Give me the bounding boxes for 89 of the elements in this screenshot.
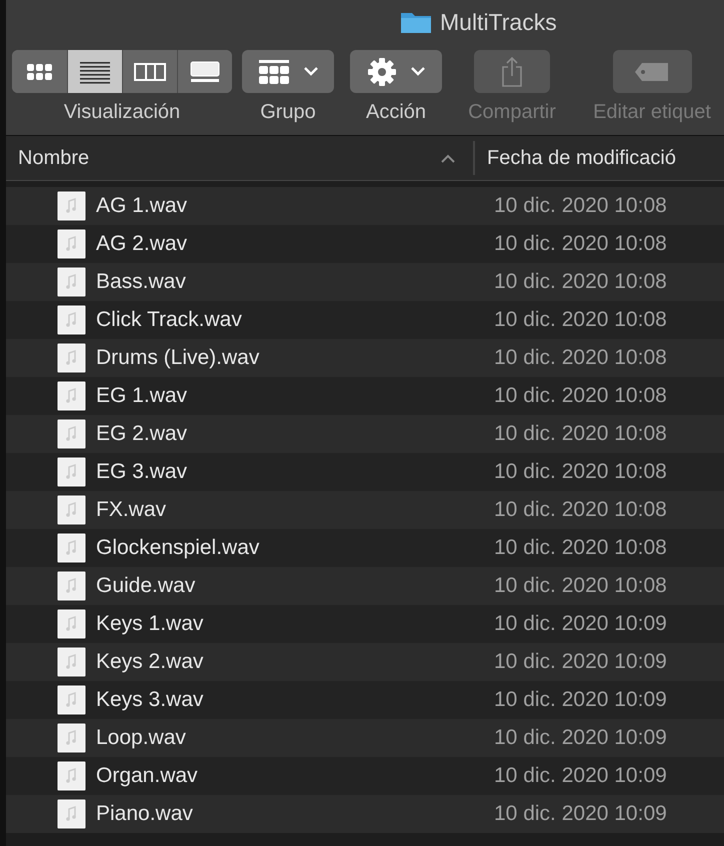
file-name: EG 3.wav bbox=[96, 460, 188, 484]
file-row[interactable]: AG 2.wav 10 dic. 2020 10:08 bbox=[6, 225, 724, 263]
audio-file-icon bbox=[57, 495, 86, 525]
list-icon bbox=[79, 60, 111, 84]
file-row[interactable]: Keys 2.wav 10 dic. 2020 10:09 bbox=[6, 643, 724, 681]
file-name: Keys 3.wav bbox=[96, 688, 204, 712]
file-name: Drums (Live).wav bbox=[96, 346, 260, 370]
file-row[interactable]: Guide.wav 10 dic. 2020 10:08 bbox=[6, 567, 724, 605]
folder-icon bbox=[400, 10, 432, 34]
audio-file-icon bbox=[57, 305, 86, 335]
modified-date: 10 dic. 2020 10:08 bbox=[494, 498, 667, 522]
modified-date: 10 dic. 2020 10:08 bbox=[494, 308, 667, 332]
modified-date: 10 dic. 2020 10:08 bbox=[494, 384, 667, 408]
chevron-down-icon bbox=[411, 67, 425, 76]
group-button[interactable] bbox=[242, 50, 334, 93]
modified-date: 10 dic. 2020 10:09 bbox=[494, 802, 667, 826]
file-name: EG 2.wav bbox=[96, 422, 188, 446]
file-name: Glockenspiel.wav bbox=[96, 536, 260, 560]
toolbar-label: Compartir bbox=[468, 101, 556, 124]
file-name: Loop.wav bbox=[96, 726, 187, 750]
file-row[interactable]: EG 3.wav 10 dic. 2020 10:08 bbox=[6, 453, 724, 491]
file-row[interactable]: Piano.wav 10 dic. 2020 10:09 bbox=[6, 795, 724, 833]
file-name: EG 1.wav bbox=[96, 384, 188, 408]
modified-date: 10 dic. 2020 10:08 bbox=[494, 194, 667, 218]
file-name: Keys 2.wav bbox=[96, 650, 204, 674]
file-row[interactable]: AG 1.wav 10 dic. 2020 10:08 bbox=[6, 187, 724, 225]
file-row[interactable]: Loop.wav 10 dic. 2020 10:09 bbox=[6, 719, 724, 757]
audio-file-icon bbox=[57, 609, 86, 639]
toolbar-label: Grupo bbox=[260, 101, 316, 124]
modified-date: 10 dic. 2020 10:08 bbox=[494, 536, 667, 560]
modified-date: 10 dic. 2020 10:08 bbox=[494, 574, 667, 598]
toolbar-label: Visualización bbox=[64, 101, 180, 124]
audio-file-icon bbox=[57, 761, 86, 791]
file-name: Piano.wav bbox=[96, 802, 194, 826]
audio-file-icon bbox=[57, 419, 86, 449]
audio-file-icon bbox=[57, 571, 86, 601]
audio-file-icon bbox=[57, 191, 86, 221]
file-row[interactable]: Click Track.wav 10 dic. 2020 10:08 bbox=[6, 301, 724, 339]
file-name: FX.wav bbox=[96, 498, 168, 522]
file-row[interactable]: Bass.wav 10 dic. 2020 10:08 bbox=[6, 263, 724, 301]
audio-file-icon bbox=[57, 799, 86, 829]
window-title: MultiTracks bbox=[440, 8, 557, 36]
file-name: AG 2.wav bbox=[96, 232, 188, 256]
modified-date: 10 dic. 2020 10:09 bbox=[494, 650, 667, 674]
file-row[interactable]: Keys 3.wav 10 dic. 2020 10:09 bbox=[6, 681, 724, 719]
group-icon bbox=[258, 58, 290, 84]
audio-file-icon bbox=[57, 457, 86, 487]
file-name: Keys 1.wav bbox=[96, 612, 204, 636]
audio-file-icon bbox=[57, 685, 86, 715]
file-name: Organ.wav bbox=[96, 764, 199, 788]
toolbar-label: Acción bbox=[366, 101, 426, 124]
modified-date: 10 dic. 2020 10:08 bbox=[494, 232, 667, 256]
file-row[interactable]: EG 2.wav 10 dic. 2020 10:08 bbox=[6, 415, 724, 453]
file-row[interactable]: Glockenspiel.wav 10 dic. 2020 10:08 bbox=[6, 529, 724, 567]
audio-file-icon bbox=[57, 381, 86, 411]
column-header[interactable]: Fecha de modificació bbox=[475, 142, 724, 174]
modified-date: 10 dic. 2020 10:09 bbox=[494, 612, 667, 636]
view-button[interactable] bbox=[67, 50, 122, 93]
modified-date: 10 dic. 2020 10:08 bbox=[494, 422, 667, 446]
action-button[interactable] bbox=[350, 50, 442, 93]
toolbar-label: Editar etiquet bbox=[593, 101, 711, 124]
file-row[interactable]: Keys 1.wav 10 dic. 2020 10:09 bbox=[6, 605, 724, 643]
audio-file-icon bbox=[57, 533, 86, 563]
gallery-icon bbox=[189, 60, 221, 84]
view-button[interactable] bbox=[177, 50, 232, 93]
modified-date: 10 dic. 2020 10:09 bbox=[494, 726, 667, 750]
file-row[interactable]: FX.wav 10 dic. 2020 10:08 bbox=[6, 491, 724, 529]
file-name: AG 1.wav bbox=[96, 194, 188, 218]
file-name: Bass.wav bbox=[96, 270, 187, 294]
file-row[interactable]: Organ.wav 10 dic. 2020 10:09 bbox=[6, 757, 724, 795]
modified-date: 10 dic. 2020 10:08 bbox=[494, 270, 667, 294]
file-name: Click Track.wav bbox=[96, 308, 243, 332]
modified-date: 10 dic. 2020 10:08 bbox=[494, 346, 667, 370]
file-row[interactable]: Drums (Live).wav 10 dic. 2020 10:08 bbox=[6, 339, 724, 377]
modified-date: 10 dic. 2020 10:09 bbox=[494, 688, 667, 712]
file-row[interactable]: EG 1.wav 10 dic. 2020 10:08 bbox=[6, 377, 724, 415]
share-icon bbox=[500, 56, 524, 88]
audio-file-icon bbox=[57, 229, 86, 259]
gear-icon bbox=[367, 56, 397, 86]
tag-icon bbox=[634, 62, 670, 82]
chevron-down-icon bbox=[304, 67, 318, 76]
column-header[interactable]: Nombre bbox=[6, 142, 473, 174]
audio-file-icon bbox=[57, 343, 86, 373]
modified-date: 10 dic. 2020 10:09 bbox=[494, 764, 667, 788]
file-name: Guide.wav bbox=[96, 574, 196, 598]
audio-file-icon bbox=[57, 267, 86, 297]
modified-date: 10 dic. 2020 10:08 bbox=[494, 460, 667, 484]
audio-file-icon bbox=[57, 723, 86, 753]
audio-file-icon bbox=[57, 647, 86, 677]
